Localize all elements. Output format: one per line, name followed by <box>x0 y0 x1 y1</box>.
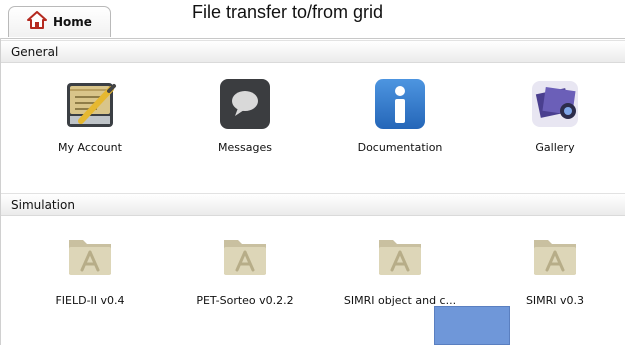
home-icon <box>27 11 47 33</box>
gallery-icon <box>526 75 584 133</box>
app-documentation[interactable]: Documentation <box>325 75 475 154</box>
tab-home[interactable]: Home <box>8 6 111 37</box>
app-label: FIELD-II v0.4 <box>55 294 125 307</box>
section-header-simulation: Simulation <box>1 193 625 216</box>
app-folder-icon <box>61 228 119 286</box>
app-my-account[interactable]: My Account <box>15 75 165 154</box>
app-label: My Account <box>58 141 122 154</box>
app-simri[interactable]: SIMRI v0.3 <box>480 228 625 307</box>
app-label: Gallery <box>535 141 575 154</box>
overlay-box <box>434 306 510 345</box>
app-label: Documentation <box>357 141 443 154</box>
messages-icon <box>216 75 274 133</box>
info-icon <box>371 75 429 133</box>
app-folder-icon <box>216 228 274 286</box>
app-field-ii[interactable]: FIELD-II v0.4 <box>15 228 165 307</box>
app-gallery[interactable]: Gallery <box>480 75 625 154</box>
tab-home-label: Home <box>53 15 92 29</box>
section-header-general: General <box>1 40 625 63</box>
app-simri-object[interactable]: SIMRI object and c... <box>325 228 475 307</box>
home-panel: General My Account Messages Documentatio… <box>0 38 625 345</box>
app-folder-icon <box>371 228 429 286</box>
app-folder-icon <box>526 228 584 286</box>
page-title: File transfer to/from grid <box>192 2 384 22</box>
app-messages[interactable]: Messages <box>170 75 320 154</box>
app-label: Messages <box>218 141 272 154</box>
app-pet-sorteo[interactable]: PET-Sorteo v0.2.2 <box>170 228 320 307</box>
app-label: PET-Sorteo v0.2.2 <box>196 294 294 307</box>
my-account-icon <box>61 75 119 133</box>
